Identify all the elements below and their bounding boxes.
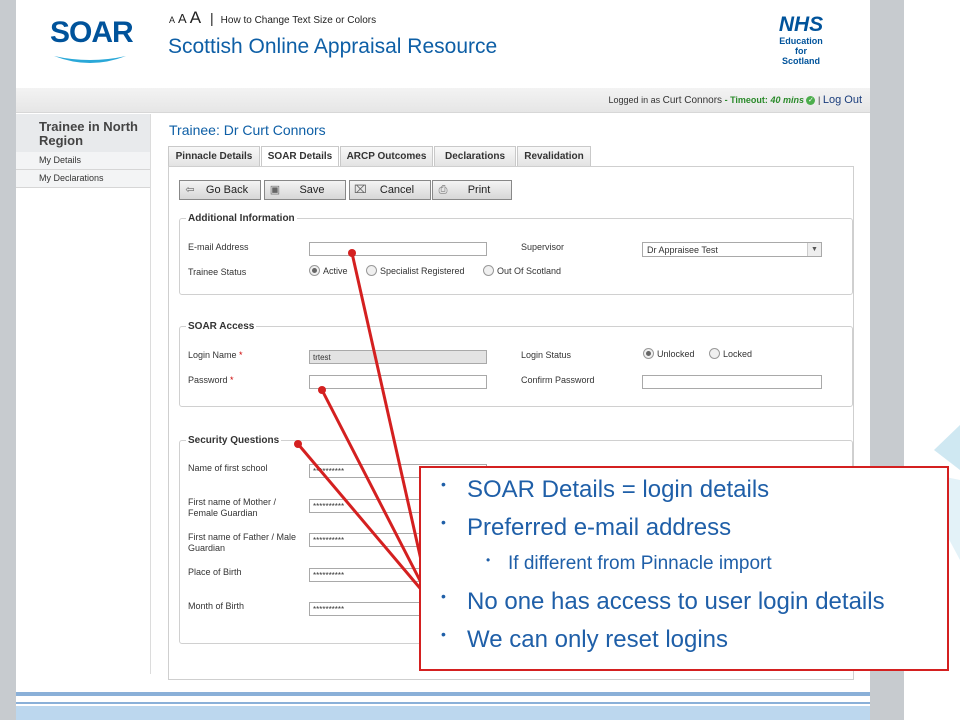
supervisor-selected-value: Dr Appraisee Test bbox=[647, 245, 718, 255]
cancel-label: Cancel bbox=[379, 184, 415, 196]
section-legend: SOAR Access bbox=[188, 321, 255, 332]
site-title: Scottish Online Appraisal Resource bbox=[168, 35, 498, 58]
save-label: Save bbox=[299, 184, 325, 196]
callout-bullet: • No one has access to user login details bbox=[441, 588, 885, 615]
check-icon: ✓ bbox=[806, 96, 816, 106]
logout-link[interactable]: Log Out bbox=[823, 94, 862, 106]
sidebar-item-my-declarations[interactable]: My Declarations bbox=[16, 170, 150, 188]
text-size-separator: | bbox=[210, 10, 214, 26]
page-title: Trainee: Dr Curt Connors bbox=[169, 122, 326, 138]
print-button[interactable]: ⎙ Print bbox=[432, 180, 512, 200]
callout-bullet: • We can only reset logins bbox=[441, 626, 729, 653]
text-size-medium-button[interactable]: A bbox=[178, 11, 187, 26]
cancel-button[interactable]: ⌧ Cancel bbox=[349, 180, 431, 200]
radio-label: Out Of Scotland bbox=[497, 266, 562, 276]
text-size-controls: A A A | How to Change Text Size or Colors bbox=[169, 8, 376, 28]
radio-selected-icon bbox=[309, 265, 320, 277]
section-legend: Security Questions bbox=[188, 435, 280, 446]
callout-bullet-text: If different from Pinnacle import bbox=[508, 553, 772, 574]
nhs-logo-line3: for bbox=[795, 46, 807, 56]
text-size-large-button[interactable]: A bbox=[190, 8, 201, 27]
login-status-bar: Logged in as Curt Connors - Timeout: 40 … bbox=[16, 88, 870, 113]
radio-selected-icon bbox=[643, 348, 654, 360]
trainee-status-label: Trainee Status bbox=[188, 267, 247, 277]
tab-pinnacle-details[interactable]: Pinnacle Details bbox=[168, 146, 260, 166]
go-back-label: Go Back bbox=[205, 184, 249, 196]
security-question-label: First name of Mother / Female Guardian bbox=[188, 497, 277, 518]
radio-empty-icon bbox=[709, 348, 720, 360]
chevron-down-icon: ▼ bbox=[807, 243, 821, 256]
tab-revalidation[interactable]: Revalidation bbox=[517, 146, 591, 166]
callout-sub-bullet: • If different from Pinnacle import bbox=[486, 553, 772, 574]
tab-declarations[interactable]: Declarations bbox=[434, 146, 516, 166]
logged-in-user: Curt Connors bbox=[662, 95, 723, 106]
annotation-callout-box: • SOAR Details = login details • Preferred… bbox=[419, 466, 949, 671]
print-label: Print bbox=[467, 184, 491, 196]
nhs-logo-line2: Education bbox=[779, 36, 823, 46]
footer-rule bbox=[16, 692, 870, 696]
supervisor-select[interactable]: Dr Appraisee Test ▼ bbox=[642, 242, 822, 257]
confirm-password-field[interactable] bbox=[642, 375, 822, 389]
login-status-label: Login Status bbox=[521, 350, 572, 360]
nhs-education-logo: NHS Education for Scotland bbox=[766, 13, 836, 67]
supervisor-label: Supervisor bbox=[521, 242, 565, 252]
login-status-radio-locked[interactable]: Locked bbox=[709, 348, 753, 360]
callout-bullet: • Preferred e-mail address bbox=[441, 514, 732, 541]
callout-bullet-text: Preferred e-mail address bbox=[467, 514, 732, 541]
password-label: Password * bbox=[188, 375, 234, 385]
radio-label: Unlocked bbox=[657, 349, 695, 359]
nhs-logo-line1: NHS bbox=[778, 13, 824, 36]
section-legend: Additional Information bbox=[188, 213, 295, 224]
logo-text: SOAR bbox=[50, 16, 134, 49]
status-radio-out-of-scotland[interactable]: Out Of Scotland bbox=[483, 265, 562, 277]
status-radio-specialist-registered[interactable]: Specialist Registered bbox=[366, 265, 465, 277]
password-field[interactable] bbox=[309, 375, 487, 389]
page-header: SOAR A A A | How to Change Text Size or Colo… bbox=[16, 0, 870, 88]
go-back-button[interactable]: ⇦ Go Back bbox=[179, 180, 261, 200]
timeout-label: - Timeout: bbox=[724, 95, 768, 105]
slide-background-left bbox=[0, 0, 16, 720]
callout-bullet-text: We can only reset logins bbox=[467, 626, 729, 653]
security-question-label: Month of Birth bbox=[188, 601, 245, 611]
radio-empty-icon bbox=[483, 265, 494, 277]
sidebar-divider bbox=[150, 114, 151, 674]
callout-bullet-text: SOAR Details = login details bbox=[467, 476, 770, 503]
email-field[interactable] bbox=[309, 242, 487, 256]
callout-bullet-text: No one has access to user login details bbox=[467, 588, 885, 615]
login-status-radio-unlocked[interactable]: Unlocked bbox=[643, 348, 695, 360]
login-name-field: trtest bbox=[309, 350, 487, 364]
soar-logo[interactable]: SOAR bbox=[50, 16, 134, 72]
text-size-help-link[interactable]: How to Change Text Size or Colors bbox=[221, 15, 376, 26]
email-label: E-mail Address bbox=[188, 242, 249, 252]
sidebar-heading: Trainee in North Region bbox=[16, 114, 150, 152]
confirm-password-label: Confirm Password bbox=[521, 375, 595, 385]
sidebar-item-my-details[interactable]: My Details bbox=[16, 152, 150, 170]
status-radio-active[interactable]: Active bbox=[309, 265, 348, 277]
radio-label: Active bbox=[323, 266, 348, 276]
footer-band bbox=[16, 706, 870, 720]
footer-rule bbox=[16, 702, 870, 704]
security-question-label: First name of Father / Male Guardian bbox=[188, 532, 297, 553]
timeout-value: 40 mins bbox=[770, 95, 804, 105]
security-question-label: Place of Birth bbox=[188, 567, 242, 577]
security-question-label: Name of first school bbox=[188, 463, 268, 473]
soar-access-section: SOAR Access bbox=[179, 321, 853, 407]
logged-in-label: Logged in as bbox=[608, 95, 661, 105]
nhs-logo-line4: Scotland bbox=[781, 56, 820, 66]
tab-soar-details[interactable]: SOAR Details bbox=[261, 146, 339, 167]
callout-bullet: • SOAR Details = login details bbox=[441, 476, 770, 503]
logout-separator: | bbox=[818, 95, 821, 105]
radio-label: Locked bbox=[723, 349, 753, 359]
radio-label: Specialist Registered bbox=[380, 266, 465, 276]
save-button[interactable]: ▣ Save bbox=[264, 180, 346, 200]
sidebar: Trainee in North Region My Details My De… bbox=[16, 114, 150, 188]
tab-arcp-outcomes[interactable]: ARCP Outcomes bbox=[340, 146, 433, 166]
text-size-small-button[interactable]: A bbox=[169, 15, 175, 25]
radio-empty-icon bbox=[366, 265, 377, 277]
login-name-label: Login Name * bbox=[188, 350, 243, 360]
logo-swoosh-icon bbox=[54, 56, 126, 63]
